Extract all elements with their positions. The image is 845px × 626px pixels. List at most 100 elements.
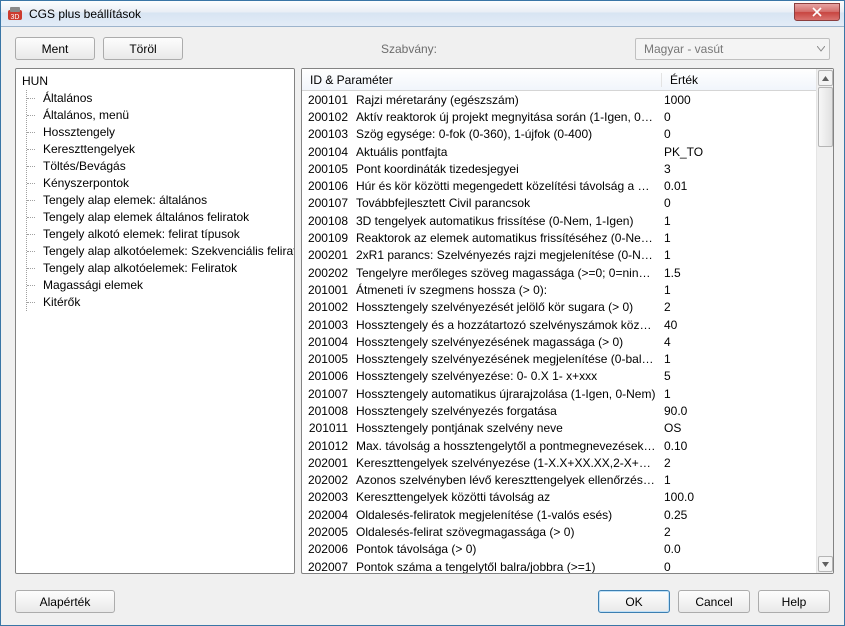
table-row[interactable]: 200202Tengelyre merőleges szöveg magassá… xyxy=(302,264,816,281)
tree-item[interactable]: Kényszerpontok xyxy=(37,175,288,192)
table-row[interactable]: 201011Hossztengely pontjának szelvény ne… xyxy=(302,420,816,437)
grid-header-value[interactable]: Érték xyxy=(662,73,816,87)
chevron-down-icon xyxy=(822,562,829,567)
table-row[interactable]: 202002Azonos szelvényben lévő keresztten… xyxy=(302,472,816,489)
table-row[interactable]: 201007Hossztengely automatikus újrarajzo… xyxy=(302,385,816,402)
cell-param: 2xR1 parancs: Szelvényezés rajzi megjele… xyxy=(354,248,656,262)
table-row[interactable]: 200106Húr és kör közötti megengedett köz… xyxy=(302,177,816,194)
cell-value[interactable]: 5 xyxy=(656,369,816,383)
cell-param: Hossztengely szelvényezése: 0- 0.X 1- x+… xyxy=(354,369,656,383)
grid-body: 200101Rajzi méretarány (egészszám)100020… xyxy=(302,91,816,573)
cell-value[interactable]: 0.0 xyxy=(656,542,816,556)
cell-value[interactable]: 1000 xyxy=(656,93,816,107)
tree-root-label[interactable]: HUN xyxy=(22,73,288,90)
scroll-thumb[interactable] xyxy=(818,87,833,147)
table-row[interactable]: 202004Oldalesés-feliratok megjelenítése … xyxy=(302,506,816,523)
table-row[interactable]: 201001Átmeneti ív szegmens hossza (> 0):… xyxy=(302,281,816,298)
cell-value[interactable]: 2 xyxy=(656,525,816,539)
cell-value[interactable]: 2 xyxy=(656,300,816,314)
cell-id: 202001 xyxy=(302,456,354,470)
cell-value[interactable]: 0 xyxy=(656,110,816,124)
table-row[interactable]: 201003Hossztengely és a hozzátartozó sze… xyxy=(302,316,816,333)
tree-item[interactable]: Kereszttengelyek xyxy=(37,141,288,158)
table-row[interactable]: 200105Pont koordináták tizedesjegyei3 xyxy=(302,160,816,177)
cell-value[interactable]: 1 xyxy=(656,352,816,366)
cell-value[interactable]: 0 xyxy=(656,560,816,573)
tree-item[interactable]: Tengely alkotó elemek: felirat típusok xyxy=(37,226,288,243)
tree-item[interactable]: Tengely alap alkotóelemek: Feliratok xyxy=(37,260,288,277)
table-row[interactable]: 2001083D tengelyek automatikus frissítés… xyxy=(302,212,816,229)
table-row[interactable]: 200102Aktív reaktorok új projekt megnyit… xyxy=(302,108,816,125)
cell-id: 202005 xyxy=(302,525,354,539)
defaults-button[interactable]: Alapérték xyxy=(15,590,115,613)
tree-item[interactable]: Tengely alap elemek: általános xyxy=(37,192,288,209)
save-button-label: Ment xyxy=(42,42,69,56)
table-row[interactable]: 202006Pontok távolsága (> 0)0.0 xyxy=(302,541,816,558)
cell-value[interactable]: 3 xyxy=(656,162,816,176)
tree-item[interactable]: Tengely alap alkotóelemek: Szekvenciális… xyxy=(37,243,288,260)
table-row[interactable]: 202003Kereszttengelyek közötti távolság … xyxy=(302,489,816,506)
table-row[interactable]: 200107Továbbfejlesztett Civil parancsok0 xyxy=(302,195,816,212)
cell-value[interactable]: 0 xyxy=(656,196,816,210)
tree-item[interactable]: Általános, menü xyxy=(37,107,288,124)
table-row[interactable]: 201008Hossztengely szelvényezés forgatás… xyxy=(302,402,816,419)
table-row[interactable]: 202001Kereszttengelyek szelvényezése (1-… xyxy=(302,454,816,471)
cell-id: 200108 xyxy=(302,214,354,228)
scroll-track[interactable] xyxy=(818,87,833,555)
tree-item[interactable]: Általános xyxy=(37,90,288,107)
cell-param: Kereszttengelyek szelvényezése (1-X.X+XX… xyxy=(354,456,656,470)
table-row[interactable]: 201012Max. távolság a hossztengelytől a … xyxy=(302,437,816,454)
table-row[interactable]: 201005Hossztengely szelvényezésének megj… xyxy=(302,350,816,367)
cell-value[interactable]: 100.0 xyxy=(656,490,816,504)
cell-value[interactable]: 1 xyxy=(656,231,816,245)
cell-value[interactable]: 1 xyxy=(656,387,816,401)
cell-id: 201011 xyxy=(302,421,354,435)
help-button[interactable]: Help xyxy=(758,590,830,613)
cell-value[interactable]: 40 xyxy=(656,318,816,332)
cell-value[interactable]: 1 xyxy=(656,473,816,487)
vertical-scrollbar[interactable] xyxy=(816,69,833,573)
cell-value[interactable]: 1 xyxy=(656,283,816,297)
tree-item[interactable]: Kitérők xyxy=(37,294,288,311)
cell-value[interactable]: 2 xyxy=(656,456,816,470)
table-row[interactable]: 201004Hossztengely szelvényezésének maga… xyxy=(302,333,816,350)
cell-value[interactable]: 90.0 xyxy=(656,404,816,418)
cell-value[interactable]: 4 xyxy=(656,335,816,349)
cell-id: 200201 xyxy=(302,248,354,262)
cell-id: 200202 xyxy=(302,266,354,280)
tree-item[interactable]: Töltés/Bevágás xyxy=(37,158,288,175)
scroll-down-button[interactable] xyxy=(818,556,833,572)
close-button[interactable] xyxy=(794,3,840,21)
table-row[interactable]: 201002Hossztengely szelvényezését jelölő… xyxy=(302,299,816,316)
table-row[interactable]: 200104Aktuális pontfajtaPK_TO xyxy=(302,143,816,160)
cell-value[interactable]: 1 xyxy=(656,214,816,228)
table-row[interactable]: 200101Rajzi méretarány (egészszám)1000 xyxy=(302,91,816,108)
cell-value[interactable]: PK_TO xyxy=(656,145,816,159)
tree-item[interactable]: Tengely alap elemek általános feliratok xyxy=(37,209,288,226)
scroll-up-button[interactable] xyxy=(818,70,833,86)
cell-value[interactable]: 1 xyxy=(656,248,816,262)
cell-value[interactable]: 0.25 xyxy=(656,508,816,522)
delete-button[interactable]: Töröl xyxy=(103,37,183,60)
tree-item[interactable]: Magassági elemek xyxy=(37,277,288,294)
tree-item[interactable]: Hossztengely xyxy=(37,124,288,141)
save-button[interactable]: Ment xyxy=(15,37,95,60)
cell-value[interactable]: 0 xyxy=(656,127,816,141)
table-row[interactable]: 201006Hossztengely szelvényezése: 0- 0.X… xyxy=(302,368,816,385)
grid-header-id[interactable]: ID & Paraméter xyxy=(302,73,662,87)
table-row[interactable]: 2002012xR1 parancs: Szelvényezés rajzi m… xyxy=(302,247,816,264)
table-row[interactable]: 200103Szög egysége: 0-fok (0-360), 1-újf… xyxy=(302,126,816,143)
cell-id: 202002 xyxy=(302,473,354,487)
table-row[interactable]: 202007Pontok száma a tengelytől balra/jo… xyxy=(302,558,816,573)
cell-param: Pontok száma a tengelytől balra/jobbra (… xyxy=(354,560,656,573)
cell-value[interactable]: 0.10 xyxy=(656,439,816,453)
table-row[interactable]: 200109Reaktorok az elemek automatikus fr… xyxy=(302,229,816,246)
table-row[interactable]: 202005Oldalesés-felirat szövegmagassága … xyxy=(302,523,816,540)
cell-value[interactable]: 0.01 xyxy=(656,179,816,193)
cell-param: Tengelyre merőleges szöveg magassága (>=… xyxy=(354,266,656,280)
ok-button[interactable]: OK xyxy=(598,590,670,613)
standard-combo[interactable]: Magyar - vasút xyxy=(635,38,830,60)
cell-value[interactable]: 1.5 xyxy=(656,266,816,280)
cancel-button[interactable]: Cancel xyxy=(678,590,750,613)
cell-value[interactable]: OS xyxy=(656,421,816,435)
